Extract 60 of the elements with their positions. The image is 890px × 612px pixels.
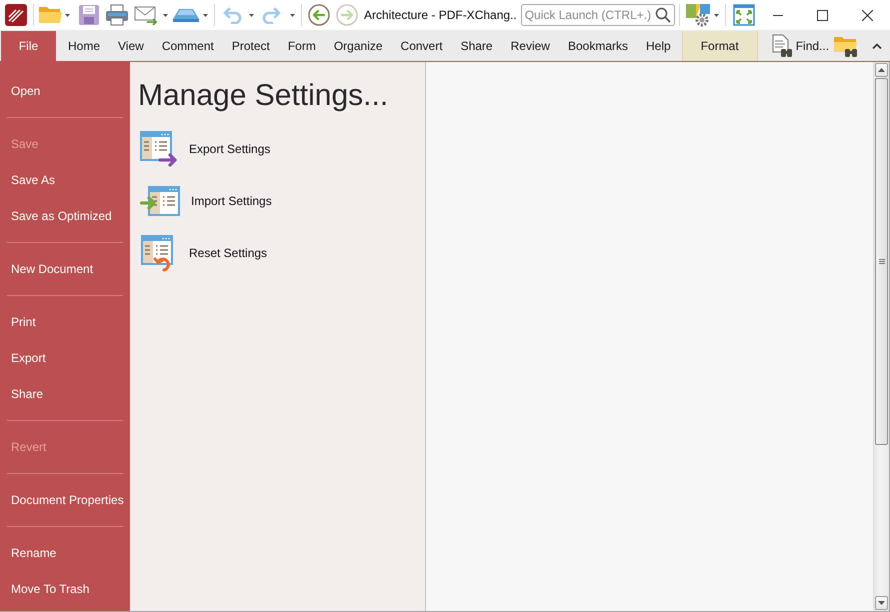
caret-icon[interactable] (290, 14, 295, 16)
ribbon-tab[interactable]: Protect (222, 31, 279, 61)
scroll-down-button[interactable] (875, 596, 888, 610)
ribbon-tab[interactable]: Bookmarks (558, 31, 637, 61)
chevron-up-icon[interactable] (872, 43, 882, 49)
settings-option-button[interactable]: Import Settings (130, 175, 272, 227)
backstage-menu-item[interactable]: Save as Optimized (0, 198, 130, 234)
ribbon-tab[interactable]: Review (502, 31, 559, 61)
caret-icon[interactable] (65, 14, 70, 16)
ribbon-tab[interactable]: Home (59, 31, 110, 61)
ribbon-tab[interactable]: Organize (324, 31, 392, 61)
ribbon-tab[interactable]: Help (637, 31, 680, 61)
ribbon-tab[interactable]: Share (452, 31, 502, 61)
settings-option-button[interactable]: Reset Settings (130, 227, 268, 279)
grip-icon (878, 259, 884, 264)
palette-gear-icon[interactable] (684, 3, 711, 27)
window-return-arrow-icon (140, 234, 174, 272)
caret-icon[interactable] (249, 14, 254, 16)
window-title: Architecture - PDF-XChang.. (364, 8, 517, 22)
close-icon (862, 10, 873, 20)
vertical-scrollbar[interactable] (873, 62, 889, 611)
window-right-arrow-icon (140, 131, 177, 167)
backstage-menu-item[interactable]: Save As (0, 162, 130, 198)
left-arrow-circle-icon[interactable] (308, 4, 330, 26)
backstage-menu-item[interactable]: Rename (0, 535, 130, 571)
app-logo-icon[interactable] (5, 4, 27, 26)
scanner-icon[interactable] (172, 7, 200, 23)
caret-icon[interactable] (163, 14, 168, 16)
panel-title: Manage Settings... (138, 78, 388, 114)
ribbon-tab[interactable]: Format (682, 31, 758, 61)
caret-icon[interactable] (203, 14, 208, 16)
maximize-icon (817, 10, 828, 20)
backstage-menu-item[interactable]: Move To Trash (0, 571, 130, 607)
ribbon-tab[interactable]: View (109, 31, 153, 61)
document-binoculars-icon (770, 34, 793, 58)
file-tab[interactable]: File (1, 31, 56, 61)
settings-option-button[interactable]: Export Settings (130, 123, 270, 175)
quick-launch-field[interactable]: Quick Launch (CTRL+.) (520, 4, 675, 26)
ribbon-tab[interactable]: Form (278, 31, 325, 61)
search-icon[interactable] (654, 7, 671, 23)
envelope-icon[interactable] (134, 5, 158, 25)
find-button[interactable]: Find... (770, 31, 830, 61)
minimize-icon (772, 14, 782, 16)
backstage-menu-item[interactable]: Export (0, 340, 130, 376)
backstage-menu-item[interactable]: Print (0, 304, 130, 340)
up-triangle-icon (878, 68, 885, 72)
backstage-menu-item[interactable]: Open (0, 73, 130, 109)
down-triangle-icon (878, 601, 885, 605)
backstage-menu-item[interactable]: Document Properties (0, 482, 130, 518)
scroll-up-button[interactable] (875, 63, 888, 77)
backstage-menu-item[interactable]: Share (0, 376, 130, 412)
fullscreen-icon[interactable] (732, 4, 755, 26)
scroll-thumb[interactable] (875, 78, 888, 445)
folder-binoculars-icon[interactable] (833, 34, 860, 58)
printer-icon[interactable] (105, 4, 129, 26)
arrow-into-window-icon (140, 186, 180, 216)
backstage-menu-item[interactable]: New Document (0, 251, 130, 287)
ribbon-tab[interactable]: Comment (152, 31, 223, 61)
ribbon-tab[interactable]: Convert (392, 31, 452, 61)
caret-icon[interactable] (714, 14, 719, 16)
